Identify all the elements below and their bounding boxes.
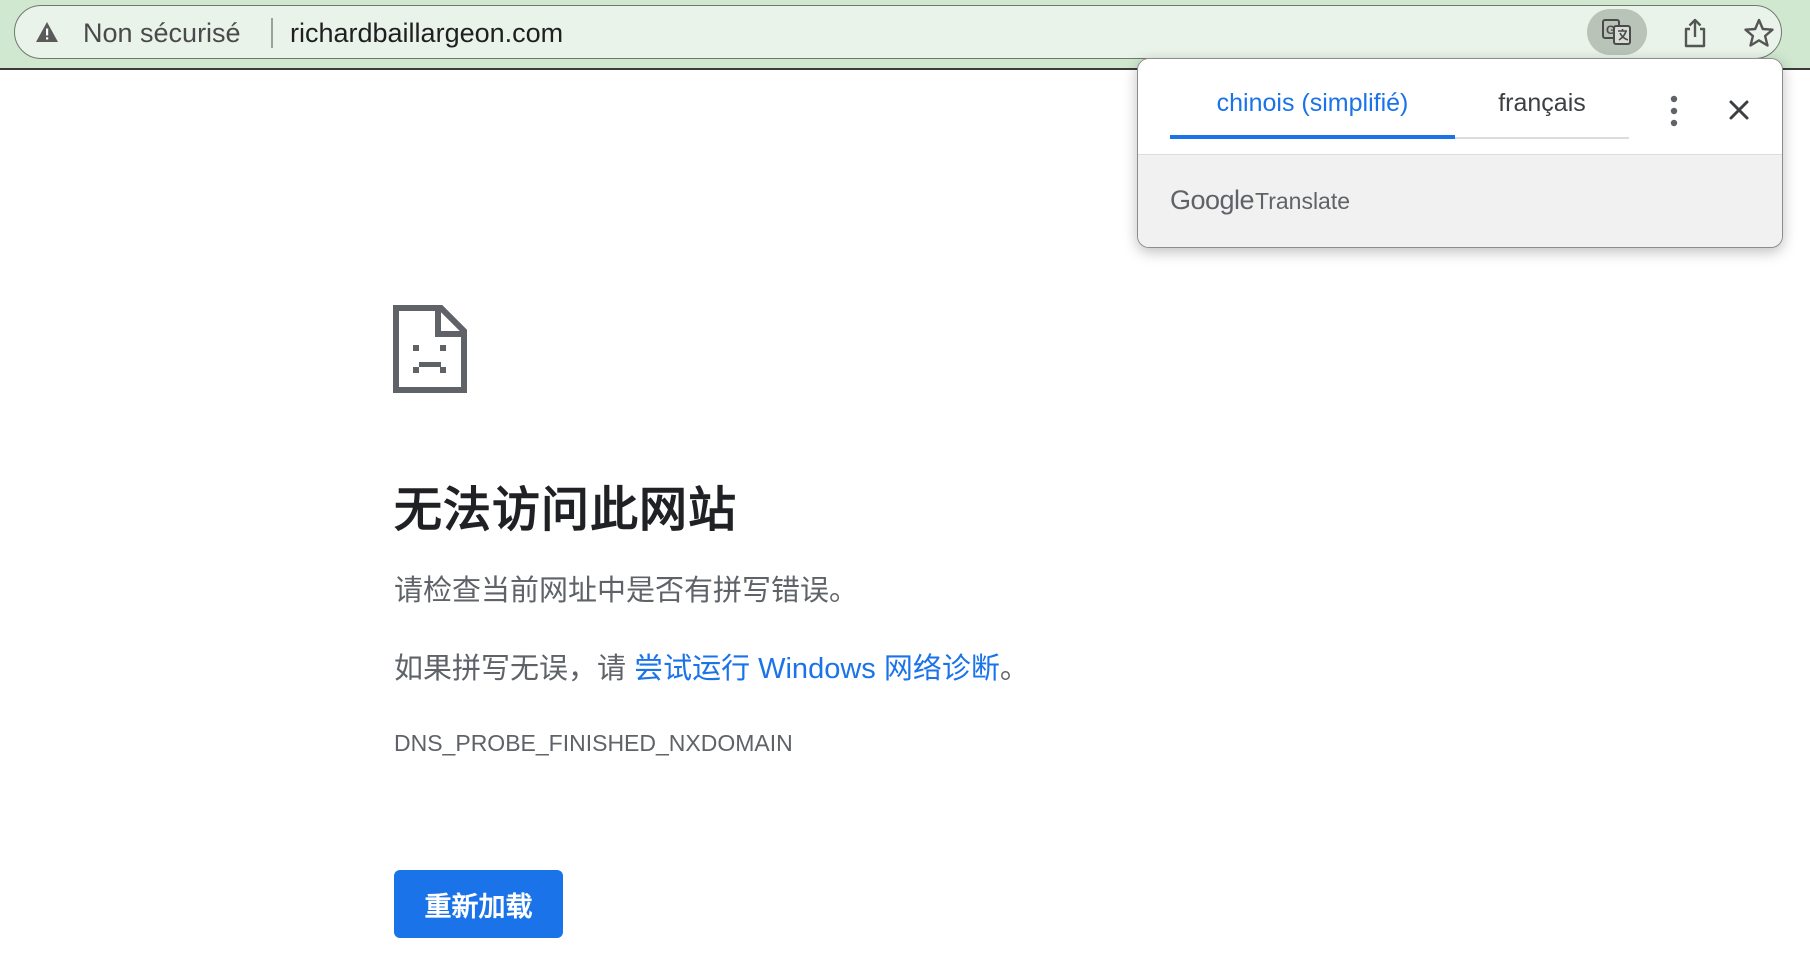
translate-bubble: chinois (simplifié) français Google Tran… [1137, 58, 1783, 248]
url-text[interactable]: richardbaillargeon.com [290, 18, 563, 49]
network-diagnostics-link[interactable]: 尝试运行 Windows 网络诊断 [634, 653, 1000, 685]
translate-product-label: Translate [1255, 188, 1351, 214]
star-icon[interactable] [1743, 18, 1775, 48]
security-status-label[interactable]: Non sécurisé [83, 18, 241, 49]
suggestion-prefix: 如果拼写无误，请 [394, 653, 635, 685]
suggestion-network-diagnostics: 如果拼写无误，请 尝试运行 Windows 网络诊断。 [394, 645, 1029, 687]
omnibox-divider [271, 18, 273, 48]
tab-source-language[interactable]: chinois (simplifié) [1170, 59, 1455, 139]
translate-icon: G [1602, 19, 1631, 45]
more-vert-icon[interactable] [1659, 93, 1689, 129]
warning-triangle-icon[interactable] [35, 21, 59, 43]
translate-bubble-footer: Google Translate [1138, 155, 1782, 247]
google-logo: Google [1170, 185, 1255, 215]
close-icon[interactable] [1724, 95, 1754, 125]
share-icon[interactable] [1681, 18, 1709, 48]
omnibox[interactable]: Non sécurisé richardbaillargeon.com G [14, 5, 1782, 59]
suggestion-check-spelling: 请检查当前网址中是否有拼写错误。 [394, 575, 859, 607]
error-code: DNS_PROBE_FINISHED_NXDOMAIN [394, 730, 793, 756]
suggestion-suffix: 。 [999, 653, 1029, 685]
tab-target-language[interactable]: français [1455, 59, 1629, 139]
error-title: 无法访问此网站 [394, 484, 738, 537]
translate-bubble-header: chinois (simplifié) français [1138, 59, 1782, 155]
reload-button[interactable]: 重新加载 [394, 870, 563, 938]
sad-document-icon [393, 305, 467, 398]
translate-button[interactable]: G [1587, 9, 1647, 55]
